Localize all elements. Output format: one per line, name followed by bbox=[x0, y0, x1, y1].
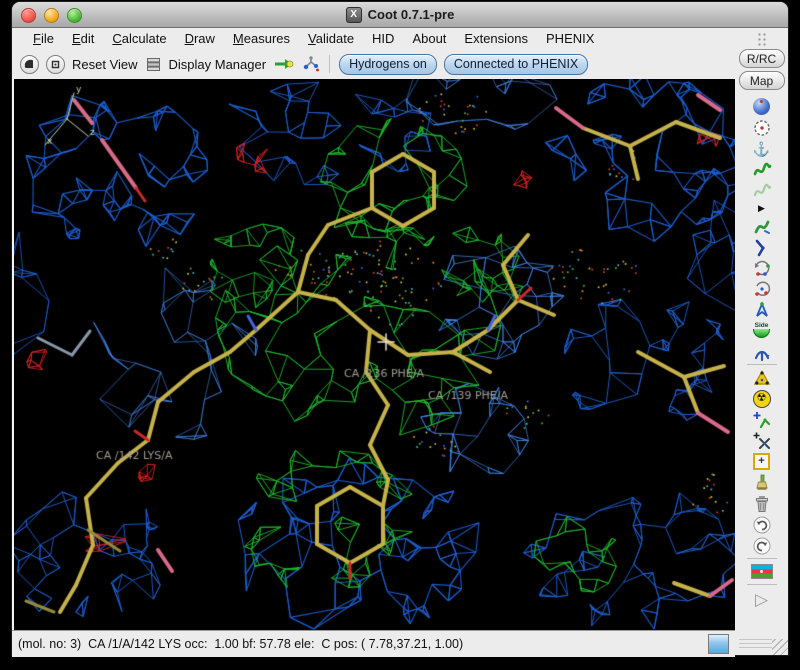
simple-mutate-button[interactable]: ☢ bbox=[748, 388, 776, 409]
jed-flip-icon bbox=[752, 342, 772, 362]
side-chain-flip-button[interactable]: Side bbox=[748, 320, 776, 341]
real-space-refine-button[interactable] bbox=[748, 159, 776, 180]
rotate-translate-button[interactable] bbox=[748, 236, 776, 257]
blue-indicator-chip[interactable] bbox=[708, 634, 729, 654]
toolbar-grip-icon[interactable] bbox=[757, 32, 767, 46]
trash-icon bbox=[752, 494, 772, 514]
place-atom-pointer-button[interactable]: + bbox=[748, 451, 776, 472]
reset-view-button[interactable]: Reset View bbox=[72, 57, 138, 72]
sidebar-separator bbox=[747, 584, 777, 585]
circle-pie-button[interactable] bbox=[20, 55, 39, 74]
side-chain-flip-icon: Side bbox=[753, 323, 770, 339]
undo-icon bbox=[752, 515, 772, 535]
quarter-pie-icon bbox=[22, 57, 37, 72]
add-residue-icon bbox=[752, 410, 772, 430]
redo-icon bbox=[752, 536, 772, 556]
window-title: Coot 0.7.1-pre bbox=[368, 7, 455, 22]
toolbar-separator bbox=[329, 55, 330, 73]
menu-validate[interactable]: Validate bbox=[299, 31, 363, 46]
expander-arrow-icon: ▶ bbox=[758, 204, 765, 213]
coot-window: X Coot 0.7.1-pre File Edit Calculate Dra… bbox=[12, 2, 788, 655]
molecule-icon[interactable] bbox=[302, 55, 320, 73]
sidebar-bottom bbox=[735, 629, 788, 655]
sidebar-separator bbox=[747, 364, 777, 365]
play-icon: ▷ bbox=[755, 591, 768, 608]
sphere-refine-icon bbox=[753, 98, 770, 115]
regularize-squiggle-icon bbox=[752, 181, 772, 201]
menu-phenix[interactable]: PHENIX bbox=[537, 31, 603, 46]
targeted-refine-button[interactable] bbox=[748, 117, 776, 138]
jed-flip-button[interactable] bbox=[748, 341, 776, 362]
sphere-refine-button[interactable] bbox=[748, 96, 776, 117]
menu-measures[interactable]: Measures bbox=[224, 31, 299, 46]
bent-stick-icon bbox=[752, 237, 772, 257]
rotamer-arc-icon bbox=[752, 258, 772, 278]
torsion-arc-icon bbox=[752, 279, 772, 299]
zoom-button[interactable] bbox=[67, 8, 82, 23]
sidebar-separator bbox=[747, 558, 777, 559]
run-script-button[interactable]: ▷ bbox=[748, 587, 776, 611]
target-circle-icon bbox=[753, 119, 771, 137]
flag-icon bbox=[751, 564, 773, 579]
radiation-icon: ☢ bbox=[753, 390, 771, 408]
alt-conf-icon bbox=[752, 431, 772, 451]
fix-atoms-button[interactable]: ⚓ bbox=[748, 138, 776, 159]
status-bar: (mol. no: 3) CA /1/A/142 LYS occ: 1.00 b… bbox=[12, 630, 735, 657]
display-manager-icon bbox=[145, 56, 162, 73]
brush-icon bbox=[752, 473, 772, 493]
pepflip-kite-icon bbox=[752, 300, 772, 320]
x11-app-icon: X bbox=[346, 7, 362, 23]
menu-bar: File Edit Calculate Draw Measures Valida… bbox=[12, 28, 735, 49]
refine-squiggle-icon bbox=[752, 160, 772, 180]
square-dot-icon bbox=[48, 57, 63, 72]
menu-hid[interactable]: HID bbox=[363, 31, 403, 46]
window-resize-grip[interactable] bbox=[772, 639, 788, 655]
flip-peptide-button[interactable] bbox=[748, 299, 776, 320]
menu-draw[interactable]: Draw bbox=[176, 31, 224, 46]
title-bar[interactable]: X Coot 0.7.1-pre bbox=[12, 2, 788, 28]
auto-fit-rotamer-button[interactable] bbox=[748, 257, 776, 278]
hydrogens-toggle-button[interactable]: Hydrogens on bbox=[339, 54, 437, 75]
menu-extensions[interactable]: Extensions bbox=[455, 31, 537, 46]
refine-sidebar: R/RC Map ⚓ bbox=[735, 28, 788, 655]
edit-chi-angles-button[interactable] bbox=[748, 278, 776, 299]
pointer-atom-icon: + bbox=[753, 453, 770, 470]
menu-about[interactable]: About bbox=[403, 31, 455, 46]
minimize-button[interactable] bbox=[44, 8, 59, 23]
rrc-button[interactable]: R/RC bbox=[739, 49, 785, 68]
regularize-zone-button[interactable] bbox=[748, 180, 776, 201]
mutate-autofit-button[interactable] bbox=[748, 367, 776, 388]
add-terminal-residue-button[interactable] bbox=[748, 409, 776, 430]
rigid-body-fit-button[interactable] bbox=[748, 215, 776, 236]
window-controls bbox=[21, 8, 82, 23]
menu-file[interactable]: File bbox=[24, 31, 63, 46]
display-manager-button[interactable]: Display Manager bbox=[169, 57, 267, 72]
fill-partial-residues-button[interactable] bbox=[748, 472, 776, 493]
circle-square-button[interactable] bbox=[46, 55, 65, 74]
size-lines-icon bbox=[739, 639, 772, 650]
go-to-atom-arrow-icon[interactable] bbox=[273, 56, 295, 72]
add-alt-conf-button[interactable] bbox=[748, 430, 776, 451]
anchor-icon: ⚓ bbox=[753, 142, 770, 156]
main-toolbar: Reset View Display Manager bbox=[12, 49, 735, 79]
undo-button[interactable] bbox=[748, 514, 776, 535]
redo-button[interactable] bbox=[748, 535, 776, 556]
close-button[interactable] bbox=[21, 8, 36, 23]
phenix-connection-button[interactable]: Connected to PHENIX bbox=[444, 54, 588, 75]
atom-status-text: (mol. no: 3) CA /1/A/142 LYS occ: 1.00 b… bbox=[18, 637, 463, 651]
delete-item-button[interactable] bbox=[748, 493, 776, 514]
flag-button[interactable] bbox=[748, 561, 776, 582]
ribbon-icon bbox=[752, 216, 772, 236]
title-area: X Coot 0.7.1-pre bbox=[346, 7, 455, 23]
menu-edit[interactable]: Edit bbox=[63, 31, 103, 46]
gl-viewport bbox=[12, 79, 735, 630]
menu-calculate[interactable]: Calculate bbox=[103, 31, 175, 46]
gl-canvas[interactable] bbox=[14, 79, 735, 630]
map-button[interactable]: Map bbox=[739, 71, 785, 90]
expander-button[interactable]: ▶ bbox=[748, 201, 776, 215]
mutate-triangle-icon bbox=[752, 368, 772, 388]
